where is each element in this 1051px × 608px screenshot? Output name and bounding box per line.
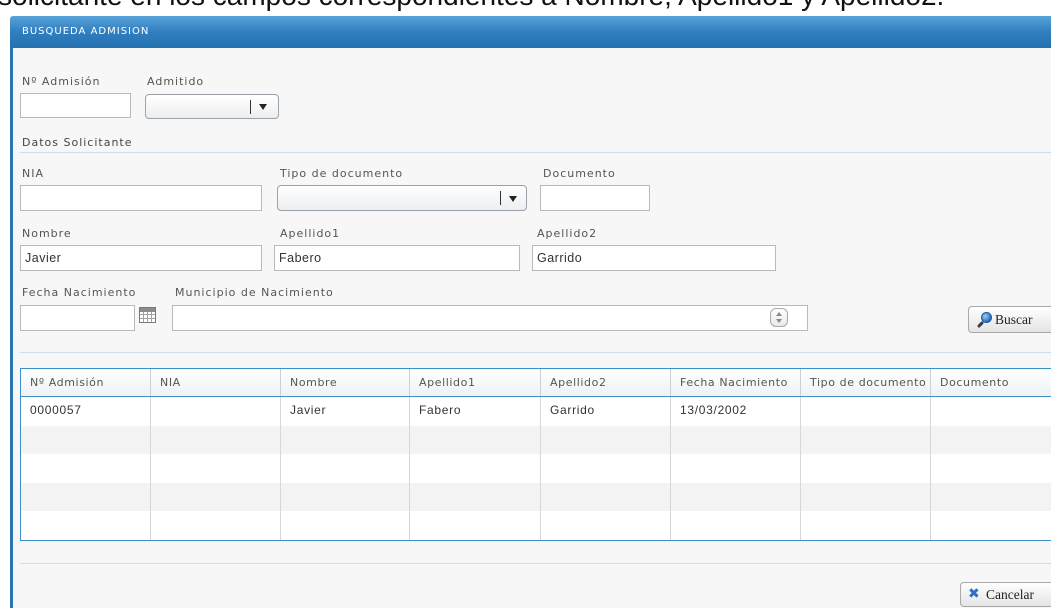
table-cell-fecha-nacimiento: 13/03/2002 <box>671 397 801 426</box>
table-cell-nombre <box>281 511 410 540</box>
table-cell-apellido1: Fabero <box>410 397 541 426</box>
search-icon <box>976 312 993 329</box>
column-header-apellido1[interactable]: Apellido1 <box>410 369 541 396</box>
table-cell-apellido2 <box>541 483 671 511</box>
table-cell-apellido1 <box>410 454 541 483</box>
section-divider <box>20 152 1051 153</box>
nombre-label: Nombre <box>22 227 72 240</box>
cancelar-button-label: Cancelar <box>986 587 1034 602</box>
table-cell-fecha-nacimiento <box>671 511 801 540</box>
table-cell-apellido2 <box>541 426 671 454</box>
documento-label: Documento <box>543 167 616 180</box>
chevron-down-icon[interactable] <box>259 104 267 110</box>
apellido1-label: Apellido1 <box>280 227 341 240</box>
arrow-down-icon <box>776 319 782 323</box>
chevron-down-icon[interactable] <box>509 196 517 202</box>
admitido-label: Admitido <box>147 75 205 88</box>
municipio-nacimiento-label: Municipio de Nacimiento <box>175 286 334 299</box>
documento-input[interactable] <box>540 185 650 211</box>
table-cell-nia <box>151 511 281 540</box>
table-header-row: Nº Admisión NIA Nombre Apellido1 Apellido2 Fe… <box>21 369 1051 397</box>
table-cell-nombre <box>281 483 410 511</box>
table-cell-num-admision <box>21 511 151 540</box>
cancelar-button[interactable]: ✖ Cancelar <box>960 582 1051 607</box>
table-cell-fecha-nacimiento <box>671 483 801 511</box>
column-header-documento[interactable]: Documento <box>931 369 1051 396</box>
table-cell-num-admision <box>21 483 151 511</box>
arrow-up-icon <box>776 312 782 316</box>
empty-table-row <box>21 483 1051 511</box>
tipo-documento-select[interactable] <box>277 185 527 211</box>
table-cell-apellido1 <box>410 483 541 511</box>
table-cell-apellido1 <box>410 426 541 454</box>
spinner-icon[interactable] <box>770 308 788 327</box>
table-cell-num-admision <box>21 426 151 454</box>
column-header-num-admision[interactable]: Nº Admisión <box>21 369 151 396</box>
dropdown-separator <box>500 191 501 205</box>
dialog-title-bar[interactable]: BUSQUEDA ADMISION <box>10 16 1051 48</box>
table-cell-tipo-documento <box>801 397 931 426</box>
table-body: 0000057 Javier Fabero Garrido 13/03/2002 <box>21 397 1051 540</box>
table-cell-nia <box>151 426 281 454</box>
datos-solicitante-heading: Datos Solicitante <box>22 136 133 149</box>
table-cell-documento <box>931 426 1051 454</box>
results-divider <box>20 352 1051 353</box>
column-header-nia[interactable]: NIA <box>151 369 281 396</box>
column-header-nombre[interactable]: Nombre <box>281 369 410 396</box>
apellido2-label: Apellido2 <box>537 227 598 240</box>
table-cell-apellido2: Garrido <box>541 397 671 426</box>
dialog-title: BUSQUEDA ADMISION <box>22 26 150 37</box>
table-cell-nombre <box>281 426 410 454</box>
apellido2-input[interactable] <box>532 245 776 271</box>
table-cell-fecha-nacimiento <box>671 454 801 483</box>
table-cell-tipo-documento <box>801 511 931 540</box>
table-cell-num-admision <box>21 454 151 483</box>
table-cell-num-admision: 0000057 <box>21 397 151 426</box>
table-cell-nia <box>151 397 281 426</box>
empty-table-row <box>21 511 1051 540</box>
num-admision-input[interactable] <box>20 93 131 118</box>
table-cell-tipo-documento <box>801 454 931 483</box>
table-cell-documento <box>931 454 1051 483</box>
column-header-apellido2[interactable]: Apellido2 <box>541 369 671 396</box>
table-cell-documento <box>931 483 1051 511</box>
tipo-documento-label: Tipo de documento <box>280 167 404 180</box>
empty-table-row <box>21 454 1051 483</box>
num-admision-label: Nº Admisión <box>22 75 101 88</box>
table-cell-apellido2 <box>541 454 671 483</box>
column-header-fecha-nacimiento[interactable]: Fecha Nacimiento <box>671 369 801 396</box>
empty-table-row <box>21 426 1051 454</box>
table-cell-apellido2 <box>541 511 671 540</box>
footer-divider <box>20 563 1051 564</box>
column-header-tipo-documento[interactable]: Tipo de documento <box>801 369 931 396</box>
nombre-input[interactable] <box>20 245 262 271</box>
nia-input[interactable] <box>20 185 262 211</box>
busqueda-admision-dialog: BUSQUEDA ADMISION Nº Admisión Admitido D… <box>0 0 1051 608</box>
close-icon: ✖ <box>968 586 980 602</box>
admitido-select[interactable] <box>145 94 279 119</box>
fecha-nacimiento-label: Fecha Nacimiento <box>22 286 137 299</box>
table-cell-tipo-documento <box>801 426 931 454</box>
table-cell-apellido1 <box>410 511 541 540</box>
table-cell-nia <box>151 483 281 511</box>
municipio-nacimiento-input[interactable] <box>172 305 808 331</box>
fecha-nacimiento-input[interactable] <box>20 305 135 331</box>
table-cell-nombre <box>281 454 410 483</box>
apellido1-input[interactable] <box>274 245 520 271</box>
nia-label: NIA <box>22 167 44 180</box>
dropdown-separator <box>250 100 251 114</box>
calendar-icon[interactable] <box>139 307 156 323</box>
buscar-button[interactable]: Buscar <box>968 306 1051 333</box>
table-cell-fecha-nacimiento <box>671 426 801 454</box>
table-row[interactable]: 0000057 Javier Fabero Garrido 13/03/2002 <box>21 397 1051 426</box>
buscar-button-label: Buscar <box>995 312 1033 327</box>
table-cell-documento <box>931 511 1051 540</box>
table-cell-nia <box>151 454 281 483</box>
results-table: Nº Admisión NIA Nombre Apellido1 Apellido2 Fe… <box>20 368 1051 541</box>
table-cell-tipo-documento <box>801 483 931 511</box>
table-cell-nombre: Javier <box>281 397 410 426</box>
table-cell-documento <box>931 397 1051 426</box>
